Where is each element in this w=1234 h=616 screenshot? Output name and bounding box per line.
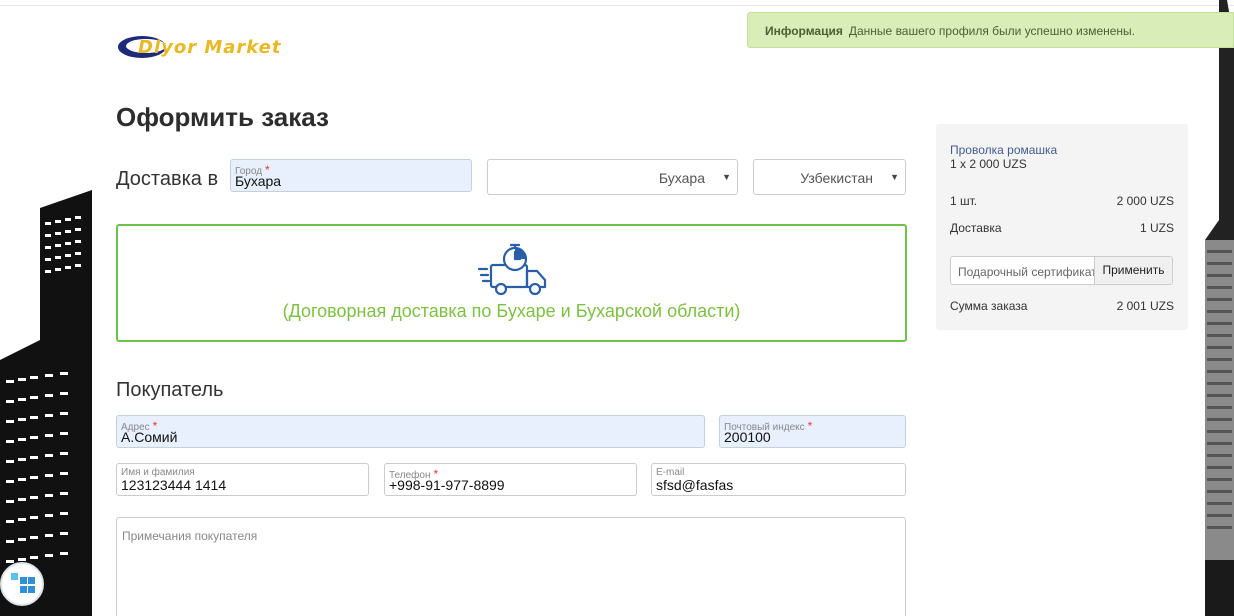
delivery-option-card[interactable]: (Договорная доставка по Бухаре и Бухарск… bbox=[116, 224, 907, 342]
grid-widget-icon bbox=[11, 573, 35, 593]
product-quantity: 1 x 2 000 UZS bbox=[950, 157, 1027, 171]
top-divider bbox=[0, 5, 1234, 6]
items-subtotal-row: 1 шт. 2 000 UZS bbox=[950, 194, 1174, 208]
required-marker: * bbox=[807, 419, 813, 433]
country-select[interactable]: Узбекистан ▼ bbox=[753, 159, 906, 195]
notification-message: Данные вашего профиля были успешно измен… bbox=[848, 24, 1136, 38]
delivery-cost-label: Доставка bbox=[950, 221, 1002, 235]
full-name-field[interactable]: Имя и фамилия 123123444 1414 bbox=[116, 463, 369, 496]
items-value: 2 000 UZS bbox=[1116, 194, 1174, 208]
notification-title: Информация bbox=[765, 24, 843, 38]
gift-certificate-group: Подарочный сертификат Применить bbox=[950, 256, 1173, 285]
delivery-cost-value: 1 UZS bbox=[1139, 221, 1174, 235]
phone-field[interactable]: Телефон * +998-91-977-8899 bbox=[384, 463, 637, 496]
country-select-value: Узбекистан bbox=[800, 170, 873, 186]
delivery-cost-row: Доставка 1 UZS bbox=[950, 221, 1174, 235]
city-building-left-image bbox=[0, 190, 92, 616]
delivery-label: Доставка в bbox=[116, 168, 219, 190]
city-building-right-image bbox=[1205, 0, 1234, 616]
delivery-truck-icon bbox=[477, 243, 547, 296]
email-field[interactable]: E-mail sfsd@fasfas bbox=[651, 463, 906, 496]
apply-coupon-button[interactable]: Применить bbox=[1094, 257, 1172, 284]
delivery-option-text: (Договорная доставка по Бухаре и Бухарск… bbox=[282, 301, 741, 321]
order-total-value: 2 001 UZS bbox=[1116, 299, 1174, 313]
success-notification: Информация Данные вашего профиля были усп… bbox=[747, 12, 1234, 48]
gift-certificate-input[interactable]: Подарочный сертификат bbox=[958, 265, 1096, 279]
postcode-field[interactable]: Почтовый индекс * 200100 bbox=[719, 415, 906, 448]
product-name-link[interactable]: Проволка ромашка bbox=[950, 143, 1057, 157]
phone-field-value: +998-91-977-8899 bbox=[389, 477, 505, 493]
postcode-field-value: 200100 bbox=[724, 429, 771, 445]
region-select[interactable]: Бухара ▼ bbox=[487, 159, 738, 195]
order-total-row: Сумма заказа 2 001 UZS bbox=[950, 299, 1174, 313]
city-field[interactable]: Город * Бухара bbox=[230, 159, 472, 192]
email-field-value: sfsd@fasfas bbox=[656, 477, 734, 493]
order-summary-panel: Проволка ромашка 1 x 2 000 UZS 1 шт. 2 0… bbox=[936, 124, 1188, 330]
order-total-label: Сумма заказа bbox=[950, 299, 1028, 313]
logo-text: Dlyor Market bbox=[138, 37, 282, 58]
city-field-value: Бухара bbox=[235, 173, 282, 189]
buyer-section-title: Покупатель bbox=[116, 379, 224, 401]
page-title: Оформить заказ bbox=[116, 102, 329, 132]
floating-widget-button[interactable] bbox=[0, 562, 44, 606]
region-select-value: Бухара bbox=[658, 170, 705, 186]
address-field[interactable]: Адрес * А.Сомий bbox=[116, 415, 705, 448]
buyer-notes-placeholder: Примечания покупателя bbox=[122, 529, 258, 543]
chevron-down-icon: ▼ bbox=[722, 172, 731, 182]
items-label: 1 шт. bbox=[950, 194, 978, 208]
full-name-field-value: 123123444 1414 bbox=[121, 477, 227, 493]
site-logo[interactable]: Dlyor Market bbox=[116, 30, 286, 66]
address-field-value: А.Сомий bbox=[121, 429, 178, 445]
buyer-notes-textarea[interactable]: Примечания покупателя bbox=[116, 517, 906, 616]
chevron-down-icon: ▼ bbox=[890, 172, 899, 182]
